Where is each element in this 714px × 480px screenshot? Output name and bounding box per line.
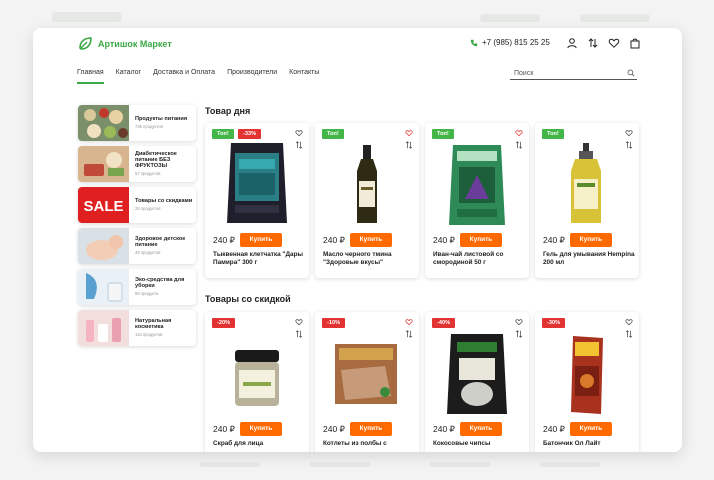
favorite-heart-icon[interactable] bbox=[295, 318, 303, 326]
buy-button[interactable]: Купить bbox=[239, 233, 282, 247]
search-input[interactable]: Поиск bbox=[510, 67, 637, 80]
category-baby[interactable]: Здоровое детское питание 45 продуктов bbox=[78, 228, 196, 264]
product-image bbox=[571, 143, 601, 223]
product-name: Масло черного тмина "Здоровые вкусы" bbox=[323, 251, 392, 266]
product-image bbox=[235, 350, 279, 406]
product-card[interactable]: Топ! 240 ₽ Купить Масло черного тмина "З… bbox=[315, 123, 419, 278]
sale-banner-text: SALE bbox=[83, 198, 123, 215]
category-name: Диабетическое питание БЕЗ ФРУКТОЗЫ bbox=[135, 151, 177, 169]
favorite-heart-icon[interactable] bbox=[295, 129, 303, 137]
favorite-heart-icon[interactable] bbox=[625, 129, 633, 137]
favorite-heart-icon[interactable] bbox=[405, 318, 413, 326]
favorite-heart-icon[interactable] bbox=[515, 129, 523, 137]
product-name: Батончик Ол Лайт bbox=[543, 440, 601, 447]
category-baby-image bbox=[78, 228, 129, 264]
shop-window: Артишок Маркет +7 (985) 815 25 25 Главна… bbox=[33, 28, 682, 452]
section-title-product-of-day: Товар дня bbox=[205, 106, 251, 116]
product-name: Тыквенная клетчатка "Дары Памира" 300 г bbox=[213, 251, 303, 266]
user-icon[interactable] bbox=[566, 36, 578, 49]
product-card[interactable]: Топ! 240 ₽ Купить Гель для умывания Hemp… bbox=[535, 123, 639, 278]
cart-bag-icon[interactable] bbox=[629, 36, 641, 49]
search-placeholder: Поиск bbox=[514, 69, 534, 77]
product-price: 240 ₽ bbox=[433, 423, 455, 434]
leaf-logo-icon bbox=[79, 37, 92, 50]
buy-button[interactable]: Купить bbox=[459, 422, 502, 436]
buy-button[interactable]: Купить bbox=[569, 233, 612, 247]
favorite-heart-icon[interactable] bbox=[405, 129, 413, 137]
buy-button[interactable]: Купить bbox=[459, 233, 502, 247]
category-name: Товары со скидками bbox=[135, 197, 193, 204]
category-diabetic[interactable]: Диабетическое питание БЕЗ ФРУКТОЗЫ 57 про… bbox=[78, 146, 196, 182]
category-discounts-image: SALE bbox=[78, 187, 129, 223]
compare-icon[interactable] bbox=[587, 36, 599, 48]
product-image bbox=[449, 145, 505, 225]
nav-catalog[interactable]: Каталог bbox=[116, 69, 141, 84]
main-nav: Главная Каталог Доставка и Оплата Произв… bbox=[77, 69, 319, 84]
phone-link[interactable]: +7 (985) 815 25 25 bbox=[470, 38, 550, 47]
product-name: Гель для умывания Hempina 200 мл bbox=[543, 251, 635, 266]
product-price: 240 ₽ bbox=[543, 234, 565, 245]
favorites-heart-icon[interactable] bbox=[608, 36, 620, 48]
product-card[interactable]: -30% 240 ₽ Купить Батончик Ол Лайт bbox=[535, 312, 639, 452]
product-price: 240 ₽ bbox=[323, 423, 345, 434]
product-image bbox=[357, 145, 377, 223]
category-count: 735 продуктов bbox=[135, 123, 163, 129]
buy-button[interactable]: Купить bbox=[349, 233, 392, 247]
product-name: Кокосовые чипсы bbox=[433, 440, 491, 447]
product-card[interactable]: Топ! -33% 240 ₽ Купить Тыквенная клетчат… bbox=[205, 123, 309, 278]
category-count: 45 продуктов bbox=[135, 249, 161, 255]
category-name: Эко-средства для уборки bbox=[135, 276, 185, 289]
category-count: 115 продуктов bbox=[135, 331, 163, 337]
product-card[interactable]: -10% 240 ₽ Купить Котлеты из полбы с bbox=[315, 312, 419, 452]
favorite-heart-icon[interactable] bbox=[625, 318, 633, 326]
product-price: 240 ₽ bbox=[543, 423, 565, 434]
category-name: Натуральная косметика bbox=[135, 317, 172, 330]
category-name: Продукты питания bbox=[135, 115, 188, 122]
product-name: Котлеты из полбы с bbox=[323, 440, 387, 447]
product-card[interactable]: Топ! 240 ₽ Купить Иван-чай листовой со с… bbox=[425, 123, 529, 278]
nav-home[interactable]: Главная bbox=[77, 69, 104, 84]
product-image bbox=[227, 143, 287, 223]
brand-name: Артишок Маркет bbox=[98, 39, 172, 49]
category-count: 57 продуктов bbox=[135, 170, 161, 176]
product-card[interactable]: -40% 240 ₽ Купить Кокосовые чипсы bbox=[425, 312, 529, 452]
category-count: 25 продуктов bbox=[135, 205, 161, 211]
product-price: 240 ₽ bbox=[213, 234, 235, 245]
buy-button[interactable]: Купить bbox=[569, 422, 612, 436]
category-food-image bbox=[78, 105, 129, 141]
category-count: 88 продукта bbox=[135, 290, 159, 296]
category-food[interactable]: Продукты питания 735 продуктов bbox=[78, 105, 196, 141]
product-card[interactable]: -20% 240 ₽ Купить Скраб для лица bbox=[205, 312, 309, 452]
phone-number: +7 (985) 815 25 25 bbox=[482, 38, 550, 47]
category-sidebar: Продукты питания 735 продуктов Диабетичес… bbox=[78, 105, 196, 351]
category-eco-cleaning[interactable]: Эко-средства для уборки 88 продукта bbox=[78, 269, 196, 305]
nav-manufacturers[interactable]: Производители bbox=[227, 69, 277, 84]
nav-contacts[interactable]: Контакты bbox=[289, 69, 319, 84]
product-price: 240 ₽ bbox=[323, 234, 345, 245]
product-price: 240 ₽ bbox=[433, 234, 455, 245]
nav-delivery[interactable]: Доставка и Оплата bbox=[153, 69, 215, 84]
category-diabetic-image bbox=[78, 146, 129, 182]
buy-button[interactable]: Купить bbox=[239, 422, 282, 436]
category-name: Здоровое детское питание bbox=[135, 235, 186, 248]
product-image bbox=[571, 336, 603, 414]
category-eco-cleaning-image bbox=[78, 269, 129, 305]
favorite-heart-icon[interactable] bbox=[515, 318, 523, 326]
product-name: Скраб для лица bbox=[213, 440, 264, 447]
search-icon[interactable] bbox=[627, 69, 635, 77]
product-image bbox=[335, 344, 397, 404]
category-cosmetics[interactable]: Натуральная косметика 115 продуктов bbox=[78, 310, 196, 346]
category-cosmetics-image bbox=[78, 310, 129, 346]
product-name: Иван-чай листовой со смородиной 50 г bbox=[433, 251, 504, 266]
product-price: 240 ₽ bbox=[213, 423, 235, 434]
product-image bbox=[447, 334, 507, 414]
category-discounts[interactable]: SALE Товары со скидками 25 продуктов bbox=[78, 187, 196, 223]
section-title-discounted: Товары со скидкой bbox=[205, 294, 291, 304]
logo[interactable]: Артишок Маркет bbox=[77, 36, 172, 52]
phone-icon bbox=[470, 39, 478, 46]
buy-button[interactable]: Купить bbox=[349, 422, 392, 436]
